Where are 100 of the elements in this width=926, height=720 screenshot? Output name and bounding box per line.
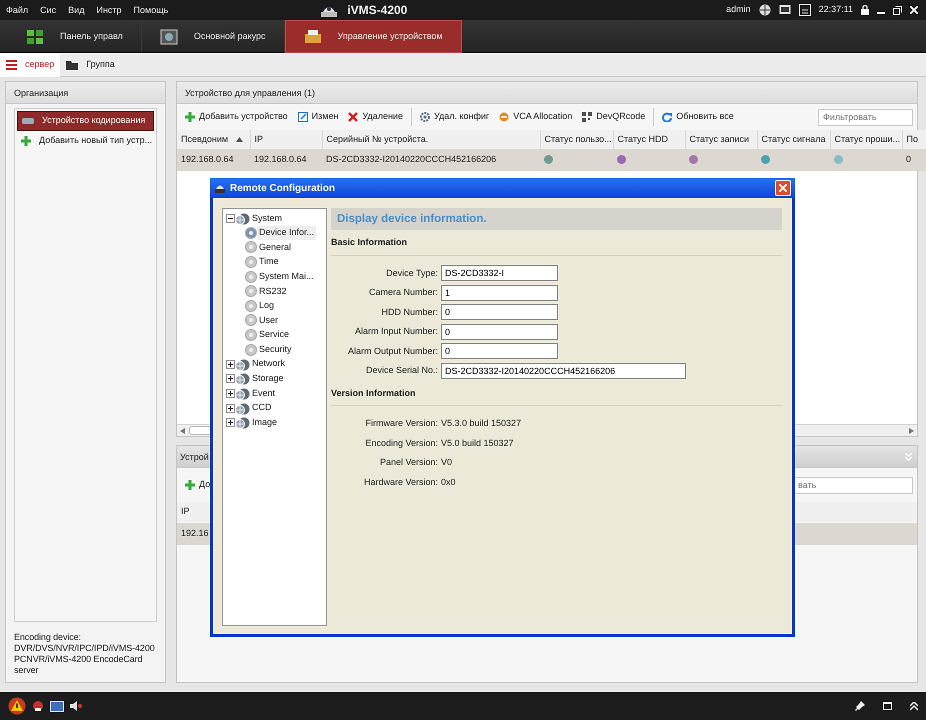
panel-header: Устройство для управления (1) bbox=[177, 82, 917, 104]
input-field[interactable]: 0 bbox=[441, 343, 558, 360]
grid-icon bbox=[26, 28, 44, 44]
collapse-icon[interactable] bbox=[226, 214, 235, 223]
menu-item[interactable]: Файл bbox=[0, 0, 34, 20]
field-label: Device Type: bbox=[385, 266, 439, 280]
field-label: HDD Number: bbox=[380, 306, 439, 318]
tree-item[interactable]: CCD bbox=[250, 400, 274, 416]
window-icon[interactable] bbox=[883, 702, 892, 710]
column-header[interactable]: По bbox=[902, 130, 926, 149]
tree-item[interactable]: RS232 bbox=[257, 284, 289, 299]
scroll-right-icon[interactable] bbox=[909, 428, 914, 434]
tree-item[interactable]: Security bbox=[257, 342, 294, 357]
tree-item[interactable]: User bbox=[257, 313, 280, 328]
expand-icon[interactable] bbox=[226, 374, 235, 384]
expand-icon[interactable] bbox=[226, 404, 235, 413]
monitor-icon bbox=[778, 4, 791, 16]
column-header[interactable]: IP bbox=[181, 505, 190, 519]
monitor-icon[interactable] bbox=[50, 700, 64, 712]
field-label: Device Serial No.: bbox=[364, 364, 439, 377]
sub-tab[interactable]: сервер bbox=[0, 52, 60, 76]
field-label: Panel Version: bbox=[378, 456, 439, 469]
input-field[interactable]: DS-2CD3332-I20140220CCCH452166206 bbox=[441, 362, 686, 379]
toolbar-button[interactable]: VCA Allocation bbox=[495, 106, 576, 128]
refresh-icon bbox=[662, 112, 672, 122]
field-label: Camera Number: bbox=[368, 286, 439, 299]
column-header[interactable]: Статус записи bbox=[685, 130, 757, 149]
column-header[interactable]: Статус сигнала bbox=[757, 130, 830, 149]
tree-item[interactable]: Добавить новый тип устр... bbox=[17, 131, 154, 151]
scroll-left-icon[interactable] bbox=[180, 428, 185, 434]
restore-icon[interactable] bbox=[893, 6, 902, 14]
menu-item[interactable]: Инстр bbox=[90, 0, 128, 20]
column-header[interactable]: IP bbox=[250, 130, 322, 149]
expand-icon[interactable] bbox=[226, 418, 235, 428]
column-header[interactable]: Серийный № устройста. bbox=[322, 130, 540, 149]
expand-icon[interactable] bbox=[226, 388, 235, 398]
description-text: DVR/DVS/NVR/IPC/IPD/iVMS-4200 bbox=[14, 643, 156, 654]
close-button[interactable] bbox=[775, 180, 791, 196]
app-title: iVMS-4200 bbox=[347, 2, 408, 19]
column-header[interactable]: Статус HDD bbox=[613, 130, 685, 149]
filter-field[interactable]: Фильтровать bbox=[818, 108, 913, 126]
status-dot bbox=[617, 155, 626, 164]
field-value: V0 bbox=[441, 456, 452, 469]
toolbar-button[interactable]: Обновить все bbox=[658, 106, 738, 128]
plus-icon bbox=[21, 136, 31, 146]
field-label: Hardware Version: bbox=[362, 476, 439, 488]
description-text: server bbox=[14, 665, 40, 676]
column-header[interactable]: Статус проши... bbox=[830, 130, 902, 149]
column-header[interactable]: Статус пользо... bbox=[540, 130, 613, 149]
table-cell: 192.168.0.64 bbox=[250, 149, 322, 171]
input-field[interactable]: 1 bbox=[441, 284, 558, 301]
tree-item[interactable]: Image bbox=[250, 415, 280, 430]
tree-item[interactable]: System Mai... bbox=[257, 269, 316, 284]
field-label: Firmware Version: bbox=[364, 417, 439, 430]
field-value: V5.3.0 build 150327 bbox=[441, 417, 522, 430]
panel-header: Устрой bbox=[180, 451, 209, 464]
table-row[interactable]: 192.168.0.64 192.168.0.64 DS-2CD3332-I20140220CCCH452166206 0 bbox=[177, 149, 926, 171]
main-tab[interactable]: Управление устройством bbox=[284, 20, 462, 53]
tree-item[interactable]: Устройство кодирования bbox=[17, 111, 154, 131]
table-cell-text: 192.16 bbox=[181, 527, 209, 540]
table-cell: 0 bbox=[902, 149, 926, 171]
toolbar-button[interactable]: Измен bbox=[294, 106, 342, 128]
tree-item[interactable]: Device Infor... bbox=[257, 226, 316, 240]
tree-item[interactable]: Storage bbox=[250, 372, 286, 386]
field-label: Alarm Output Number: bbox=[346, 344, 439, 358]
section-title: Version Information bbox=[331, 380, 782, 406]
monitor-icon bbox=[160, 28, 178, 44]
input-field[interactable]: 0 bbox=[441, 324, 558, 340]
tree-item[interactable]: Time bbox=[257, 254, 281, 270]
tree-item[interactable]: Log bbox=[257, 298, 276, 314]
menu-item[interactable]: Помощь bbox=[128, 0, 174, 20]
toolbar-button[interactable]: Удал. конфиг bbox=[416, 106, 494, 128]
tree-item[interactable]: Service bbox=[257, 328, 292, 342]
input-field[interactable]: DS-2CD3332-I bbox=[441, 265, 558, 282]
column-header[interactable]: Псевдоним bbox=[177, 130, 250, 149]
tree-item[interactable]: System bbox=[250, 211, 284, 226]
pin-icon[interactable] bbox=[855, 701, 865, 711]
section-heading: Display device information. bbox=[331, 208, 782, 230]
description-text: PCNVR/iVMS-4200 EncodeCard bbox=[14, 654, 144, 665]
sub-tab[interactable]: Группа bbox=[60, 52, 121, 76]
toolbar-button[interactable]: DevQRcode bbox=[578, 106, 650, 128]
menu-item[interactable]: Вид bbox=[62, 0, 90, 20]
field-label: Encoding Version: bbox=[364, 436, 439, 450]
tree-item[interactable]: Network bbox=[250, 356, 288, 372]
toolbar-button[interactable]: До bbox=[181, 474, 214, 496]
filter-field[interactable]: вать bbox=[793, 476, 913, 494]
expand-icon[interactable] bbox=[226, 360, 235, 369]
close-icon[interactable] bbox=[910, 6, 918, 14]
toolbar-button[interactable]: Удаление bbox=[344, 106, 407, 128]
tree-item[interactable]: Event bbox=[250, 386, 278, 401]
input-field[interactable]: 0 bbox=[441, 304, 558, 320]
close-icon bbox=[348, 112, 358, 122]
lock-icon[interactable] bbox=[861, 5, 869, 15]
speaker-icon[interactable] bbox=[70, 701, 82, 711]
expand-up-icon[interactable] bbox=[910, 702, 918, 710]
tree-item[interactable]: General bbox=[257, 240, 294, 255]
toolbar-button[interactable]: Добавить устройство bbox=[181, 106, 292, 128]
menu-item[interactable]: Сис bbox=[34, 0, 62, 20]
warning-icon[interactable] bbox=[8, 697, 26, 715]
user-name: admin bbox=[726, 3, 751, 16]
